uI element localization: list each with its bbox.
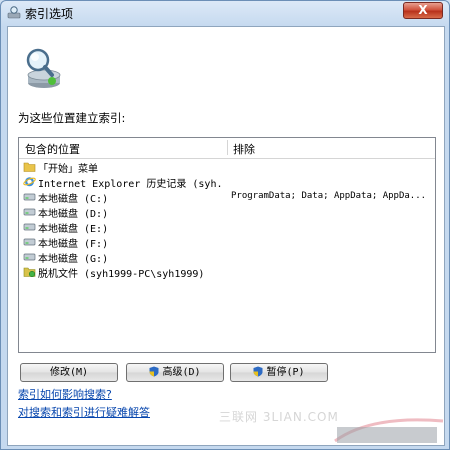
location-name: 本地磁盘 (F:) — [38, 239, 109, 250]
drive-icon — [23, 223, 36, 231]
modify-button[interactable]: 修改(M) — [20, 363, 118, 382]
modify-button-label: 修改(M) — [49, 367, 89, 378]
excluded-paths: ProgramData; Data; AppData; AppDa... — [231, 191, 427, 201]
drive-icon — [23, 208, 36, 216]
close-button[interactable]: X — [403, 2, 443, 19]
location-name: 脱机文件 (syh1999-PC\syh1999) — [38, 269, 205, 280]
pause-button-label: 暂停(P) — [266, 367, 305, 378]
troubleshoot-search-link[interactable]: 对搜索和索引进行疑难解答 — [18, 404, 150, 420]
title-bar[interactable]: 索引选项 X — [1, 1, 449, 25]
location-name: 「开始」菜单 — [38, 164, 98, 175]
list-header: 包含的位置 排除 — [19, 138, 435, 159]
drive-icon — [23, 193, 36, 201]
pause-button[interactable]: 暂停(P) — [230, 363, 328, 382]
site-watermark: 三联网 3LIAN.COM — [219, 410, 339, 424]
drive-icon — [23, 238, 36, 246]
search-drive-icon — [7, 6, 21, 19]
index-locations-heading: 为这些位置建立索引: — [18, 111, 126, 125]
column-header-included[interactable]: 包含的位置 — [25, 141, 80, 157]
offline-files-icon — [23, 267, 36, 278]
client-area: 为这些位置建立索引: 包含的位置 排除 「开始」菜单 Internet Expl… — [7, 26, 445, 446]
location-name: Internet Explorer 历史记录 (syh... — [38, 179, 224, 190]
list-item[interactable]: 本地磁盘 (C:) ProgramData; Data; AppData; Ap… — [19, 189, 435, 205]
ie-icon — [23, 177, 36, 187]
list-item[interactable]: 本地磁盘 (F:) — [19, 234, 435, 250]
indexing-options-window: 索引选项 X 为这些位置建立索引: 包含的位置 排除 「开始」菜单 Intern… — [0, 0, 450, 450]
site-logo-watermark — [334, 418, 444, 443]
location-name: 本地磁盘 (C:) — [38, 194, 109, 205]
folder-icon — [23, 162, 36, 172]
search-index-icon — [26, 48, 61, 88]
column-separator[interactable] — [227, 140, 228, 155]
list-item[interactable]: 本地磁盘 (G:) — [19, 249, 435, 265]
list-item[interactable]: 脱机文件 (syh1999-PC\syh1999) — [19, 264, 435, 280]
indexed-locations-list[interactable]: 包含的位置 排除 「开始」菜单 Internet Explorer 历史记录 (… — [18, 137, 436, 424]
location-name: 本地磁盘 (E:) — [38, 224, 109, 235]
list-item[interactable]: 本地磁盘 (D:) — [19, 204, 435, 220]
uac-shield-icon — [149, 366, 159, 377]
drive-icon — [23, 253, 36, 261]
how-indexing-affects-search-link[interactable]: 索引如何影响搜索? — [18, 386, 112, 402]
list-item[interactable]: Internet Explorer 历史记录 (syh... — [19, 174, 435, 190]
location-name: 本地磁盘 (G:) — [38, 254, 109, 265]
location-name: 本地磁盘 (D:) — [38, 209, 109, 220]
advanced-button[interactable]: 高级(D) — [126, 363, 224, 382]
list-item[interactable]: 「开始」菜单 — [19, 159, 435, 175]
uac-shield-icon — [253, 366, 263, 377]
advanced-button-label: 高级(D) — [162, 367, 201, 378]
window-title: 索引选项 — [25, 7, 74, 21]
list-item[interactable]: 本地磁盘 (E:) — [19, 219, 435, 235]
column-header-excluded[interactable]: 排除 — [233, 141, 255, 157]
